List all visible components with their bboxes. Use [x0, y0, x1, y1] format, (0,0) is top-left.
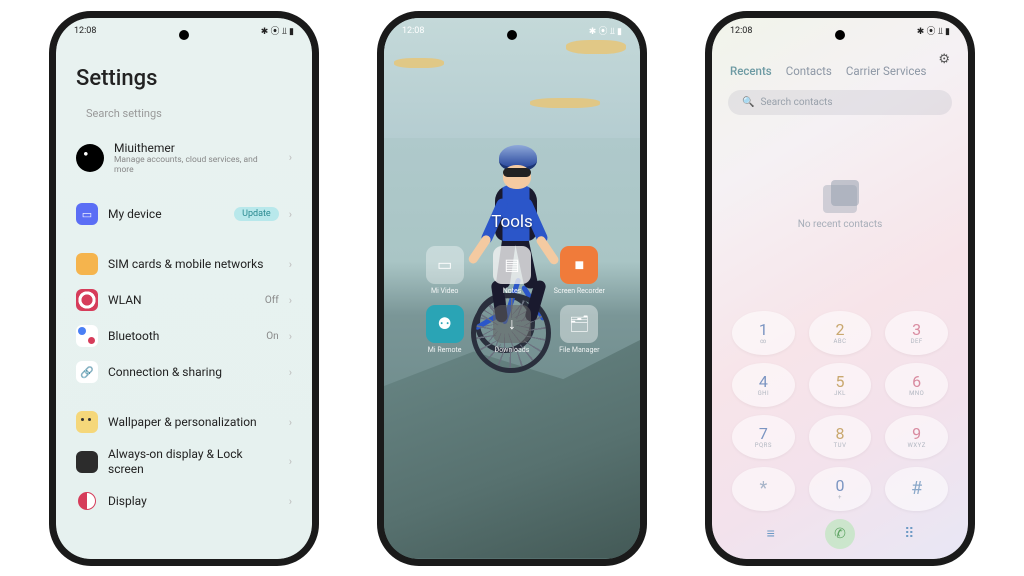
dialer-tabs: Recents Contacts Carrier Services	[712, 50, 968, 86]
chevron-icon: ›	[289, 366, 292, 379]
aod-row[interactable]: Always-on display & Lock screen ›	[74, 440, 294, 483]
key-9[interactable]: 9WXYZ	[885, 415, 948, 459]
app-mi-video[interactable]: ▭Mi Video	[417, 246, 472, 295]
chevron-icon: ›	[289, 416, 292, 429]
display-icon	[76, 490, 98, 512]
empty-icon	[823, 185, 857, 213]
key-7[interactable]: 7PQRS	[732, 415, 795, 459]
call-button[interactable]: ✆	[825, 519, 855, 549]
display-row[interactable]: Display ›	[74, 483, 294, 519]
account-name: Miuithemer	[114, 141, 279, 155]
account-row[interactable]: Miuithemer Manage accounts, cloud servic…	[74, 134, 294, 183]
app-notes[interactable]: ▤Notes	[484, 246, 539, 295]
key-1[interactable]: 1∞	[732, 311, 795, 355]
search-input[interactable]: Search settings	[74, 101, 294, 134]
update-badge: Update	[234, 207, 279, 221]
tab-recents[interactable]: Recents	[730, 64, 772, 78]
status-icons: ✱ ⦿ ⫫ ▮	[589, 24, 622, 37]
wallpaper-row[interactable]: Wallpaper & personalization ›	[74, 404, 294, 440]
clock: 12:08	[402, 26, 424, 36]
menu-button[interactable]: ≡	[756, 519, 786, 549]
key-star[interactable]: *	[732, 467, 795, 511]
status-icons: ✱ ⦿ ⫫ ▮	[261, 24, 294, 37]
chevron-icon: ›	[289, 455, 292, 468]
chevron-icon: ›	[289, 495, 292, 508]
avatar-icon	[76, 144, 104, 172]
search-icon: 🔍	[742, 97, 754, 108]
key-3[interactable]: 3DEF	[885, 311, 948, 355]
app-downloads[interactable]: ↓Downloads	[484, 305, 539, 354]
empty-text: No recent contacts	[798, 219, 883, 230]
bluetooth-icon	[76, 325, 98, 347]
camera-cutout	[507, 30, 517, 40]
phone-settings: 12:08 ✱ ⦿ ⫫ ▮ Settings Search settings M…	[49, 11, 319, 566]
chevron-icon: ›	[289, 208, 292, 221]
bt-status: On	[266, 331, 278, 342]
dialer-bottom-bar: ≡ ✆ ⠿	[712, 519, 968, 549]
camera-cutout	[179, 30, 189, 40]
key-8[interactable]: 8TUV	[809, 415, 872, 459]
clock: 12:08	[74, 26, 96, 36]
key-hash[interactable]: #	[885, 467, 948, 511]
wlan-icon	[76, 289, 98, 311]
connection-icon: 🔗	[76, 361, 98, 383]
search-contacts-input[interactable]: 🔍 Search contacts	[728, 90, 952, 115]
page-title: Settings	[76, 66, 294, 91]
device-icon: ▭	[76, 203, 98, 225]
connection-row[interactable]: 🔗 Connection & sharing ›	[74, 354, 294, 390]
wlan-row[interactable]: WLAN Off ›	[74, 282, 294, 318]
status-icons: ✱ ⦿ ⫫ ▮	[917, 24, 950, 37]
tab-contacts[interactable]: Contacts	[786, 64, 832, 78]
key-4[interactable]: 4GHI	[732, 363, 795, 407]
chevron-icon: ›	[289, 258, 292, 271]
my-device-label: My device	[108, 207, 224, 221]
tools-folder: ▭Mi Video ▤Notes ■Screen Recorder ⚉Mi Re…	[417, 246, 607, 354]
app-mi-remote[interactable]: ⚉Mi Remote	[417, 305, 472, 354]
keypad-toggle[interactable]: ⠿	[894, 519, 924, 549]
phone-home: 12:08 ✱ ⦿ ⫫ ▮ Tools ▭Mi Video	[377, 11, 647, 566]
camera-cutout	[835, 30, 845, 40]
settings-icon[interactable]: ⚙	[938, 52, 950, 67]
phone-dialer: 12:08 ✱ ⦿ ⫫ ▮ ⚙ Recents Contacts Carrier…	[705, 11, 975, 566]
my-device-row[interactable]: ▭ My device Update ›	[74, 196, 294, 232]
wallpaper-icon	[76, 411, 98, 433]
empty-state: No recent contacts	[712, 185, 968, 230]
chevron-icon: ›	[289, 294, 292, 307]
key-5[interactable]: 5JKL	[809, 363, 872, 407]
folder-title: Tools	[491, 212, 533, 232]
wlan-status: Off	[265, 295, 279, 306]
chevron-icon: ›	[289, 330, 292, 343]
bluetooth-row[interactable]: Bluetooth On ›	[74, 318, 294, 354]
key-0[interactable]: 0+	[809, 467, 872, 511]
key-2[interactable]: 2ABC	[809, 311, 872, 355]
account-sub: Manage accounts, cloud services, and mor…	[114, 155, 279, 175]
app-file-manager[interactable]: 🗂File Manager	[552, 305, 607, 354]
clock: 12:08	[730, 26, 752, 36]
dial-keypad: 1∞ 2ABC 3DEF 4GHI 5JKL 6MNO 7PQRS 8TUV 9…	[712, 311, 968, 511]
app-screen-recorder[interactable]: ■Screen Recorder	[552, 246, 607, 295]
aod-icon	[76, 451, 98, 473]
tab-carrier[interactable]: Carrier Services	[846, 64, 927, 78]
key-6[interactable]: 6MNO	[885, 363, 948, 407]
sim-row[interactable]: SIM cards & mobile networks ›	[74, 246, 294, 282]
sim-icon	[76, 253, 98, 275]
chevron-icon: ›	[289, 151, 292, 164]
